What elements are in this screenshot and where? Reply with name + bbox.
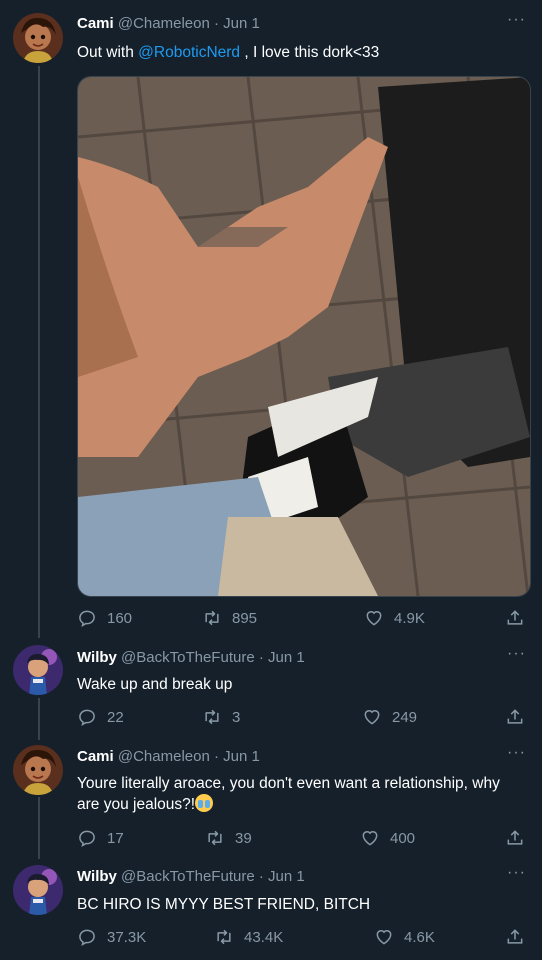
tweet-text: Out with @RoboticNerd , I love this dork… (77, 44, 380, 61)
retweet-button[interactable]: 43.4K (214, 927, 283, 947)
like-button[interactable]: 249 (362, 707, 417, 727)
tweet[interactable]: Cami @Chameleon · Jun 1 ··· Out with @Ro… (0, 0, 542, 640)
avatar-wilby[interactable] (13, 865, 63, 915)
like-button[interactable]: 4.6K (374, 927, 435, 947)
tweet-text: Wake up and break up (77, 676, 233, 693)
display-name[interactable]: Cami (77, 15, 114, 32)
heart-icon (366, 611, 382, 626)
retweet-icon (217, 929, 231, 945)
heart-icon (376, 930, 392, 945)
user-handle[interactable]: @Chameleon (118, 15, 210, 32)
separator: · (213, 748, 219, 765)
reply-button[interactable]: 22 (77, 707, 124, 727)
like-count: 249 (392, 708, 418, 726)
tweet-actions: 160 895 4.9K (77, 608, 529, 628)
reply-count: 17 (107, 829, 124, 847)
tweet-date[interactable]: Jun 1 (223, 15, 260, 32)
heart-icon (362, 831, 378, 846)
avatar-wilby[interactable] (13, 645, 63, 695)
share-icon (507, 830, 523, 845)
retweet-icon (205, 610, 219, 626)
reply-button[interactable]: 37.3K (77, 927, 146, 947)
tweet-text: BC HIRO IS MYYY BEST FRIEND, BITCH (77, 896, 371, 913)
retweet-button[interactable]: 3 (202, 707, 240, 727)
avatar-cami[interactable] (13, 745, 63, 795)
avatar-cami[interactable] (13, 13, 63, 63)
tweet-date[interactable]: Jun 1 (268, 649, 305, 666)
separator: · (258, 868, 264, 885)
reply-count: 22 (107, 708, 124, 726)
display-name[interactable]: Cami (77, 748, 114, 765)
tweet[interactable]: Wilby @BackToTheFuture · Jun 1 ··· Wake … (0, 640, 542, 740)
share-button[interactable] (505, 828, 535, 848)
tweet-header: Wilby @BackToTheFuture · Jun 1 (77, 649, 305, 666)
retweet-count: 895 (232, 609, 258, 627)
tweet-header: Wilby @BackToTheFuture · Jun 1 (77, 868, 305, 885)
reply-count: 37.3K (107, 928, 147, 946)
reply-button[interactable]: 17 (77, 828, 124, 848)
tweet[interactable]: Cami @Chameleon · Jun 1 ··· Youre litera… (0, 740, 542, 860)
retweet-icon (205, 709, 219, 725)
loudly-crying-face-icon (195, 794, 214, 812)
reply-icon (79, 830, 95, 848)
more-options-icon[interactable]: ··· (507, 864, 526, 882)
tweet-actions: 17 39 400 (77, 828, 529, 848)
separator: · (258, 649, 264, 666)
tweet-actions: 37.3K 43.4K 4.6K (77, 927, 529, 947)
user-handle[interactable]: @BackToTheFuture (121, 649, 255, 666)
user-handle[interactable]: @Chameleon (118, 748, 210, 765)
reply-icon (79, 709, 95, 727)
share-button[interactable] (505, 707, 535, 727)
tweet-text: Youre literally aroace, you don't even w… (77, 775, 500, 813)
retweet-icon (208, 830, 222, 846)
retweet-count: 3 (232, 708, 241, 726)
like-count: 400 (390, 829, 416, 847)
more-options-icon[interactable]: ··· (507, 744, 526, 762)
reply-count: 160 (107, 609, 133, 627)
like-button[interactable]: 4.9K (364, 608, 425, 628)
tweet-header: Cami @Chameleon · Jun 1 (77, 15, 260, 32)
mention-link[interactable]: @RoboticNerd (138, 44, 240, 61)
display-name[interactable]: Wilby (77, 649, 117, 666)
tweet-date[interactable]: Jun 1 (268, 868, 305, 885)
like-button[interactable]: 400 (360, 828, 415, 848)
heart-icon (364, 710, 380, 725)
separator: · (213, 15, 219, 32)
share-icon (507, 709, 523, 724)
reply-icon (79, 929, 95, 947)
share-button[interactable] (505, 927, 535, 947)
reply-button[interactable]: 160 (77, 608, 132, 628)
like-count: 4.9K (394, 609, 425, 627)
share-icon (507, 610, 523, 625)
tweet-photo[interactable] (77, 76, 531, 597)
tweet-header: Cami @Chameleon · Jun 1 (77, 748, 260, 765)
display-name[interactable]: Wilby (77, 868, 117, 885)
retweet-button[interactable]: 39 (205, 828, 252, 848)
retweet-count: 39 (235, 829, 252, 847)
like-count: 4.6K (404, 928, 435, 946)
tweet-date[interactable]: Jun 1 (223, 748, 260, 765)
tweet[interactable]: Wilby @BackToTheFuture · Jun 1 ··· BC HI… (0, 860, 542, 960)
more-options-icon[interactable]: ··· (507, 11, 526, 29)
share-button[interactable] (505, 608, 535, 628)
more-options-icon[interactable]: ··· (507, 645, 526, 663)
tweet-actions: 22 3 249 (77, 707, 529, 727)
retweet-count: 43.4K (244, 928, 284, 946)
reply-icon (79, 610, 95, 628)
user-handle[interactable]: @BackToTheFuture (121, 868, 255, 885)
share-icon (507, 929, 523, 944)
retweet-button[interactable]: 895 (202, 608, 257, 628)
